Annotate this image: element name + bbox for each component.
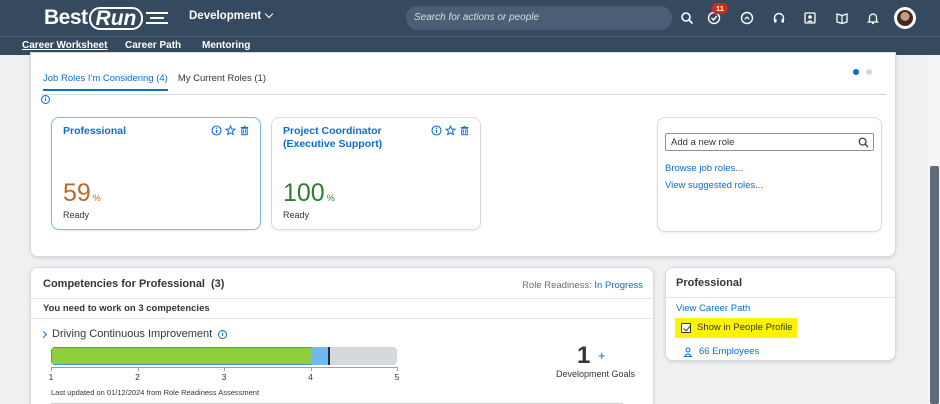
tile-actions [431, 123, 470, 136]
competency-name: Driving Continuous Improvement [52, 328, 213, 340]
view-career-path-link[interactable]: View Career Path [676, 303, 750, 314]
axis-tick-label: 3 [221, 372, 227, 382]
employees-link[interactable]: 66 Employees [683, 346, 759, 357]
scrollbar-thumb[interactable] [930, 166, 939, 404]
star-icon[interactable] [444, 123, 457, 136]
logo-text-run: Run [88, 6, 144, 30]
competencies-card: Competencies for Professional (3) Role Re… [30, 267, 654, 404]
role-title[interactable]: Project Coordinator (Executive Support) [283, 125, 433, 151]
chevron-right-icon[interactable] [39, 330, 48, 338]
view-suggested-roles-link[interactable]: View suggested roles... [665, 180, 763, 191]
last-updated-text: Last updated on 01/12/2024 from Role Rea… [51, 388, 260, 397]
divider [31, 298, 653, 299]
axis-tick-label: 2 [135, 372, 140, 382]
tab-divider [41, 94, 886, 95]
search-placeholder: Search for actions or people [414, 12, 540, 23]
proficiency-bar [51, 347, 397, 365]
add-goal-button[interactable]: + [598, 348, 606, 363]
current-level-bar [51, 347, 311, 365]
nav-career-path[interactable]: Career Path [125, 40, 181, 51]
info-icon[interactable] [431, 123, 442, 136]
learning-book-icon[interactable] [835, 11, 849, 25]
competencies-count: (3) [211, 278, 225, 290]
role-tabs: Job Roles I'm Considering (4) My Current… [43, 73, 266, 91]
development-goals-count: 1 [577, 342, 591, 369]
axis-tick [310, 367, 312, 371]
readiness-value: 100 [283, 179, 325, 207]
role-detail-card: Professional View Career Path Show in Pe… [665, 267, 896, 361]
readiness-percent: 100% [283, 180, 335, 211]
competencies-title: Competencies for Professional (3) [43, 278, 224, 290]
star-icon[interactable] [224, 123, 237, 136]
show-in-profile-checkbox[interactable] [681, 323, 691, 333]
role-readiness-status-link[interactable]: In Progress [594, 280, 643, 291]
browse-job-roles-link[interactable]: Browse job roles... [665, 163, 743, 174]
role-readiness-label: Role Readiness: [522, 280, 592, 291]
competency-summary: You need to work on 3 competencies [43, 303, 210, 314]
competency-row-header[interactable]: Driving Continuous Improvement i [39, 328, 228, 340]
logo-text-best: Best [44, 6, 88, 29]
development-goals-label: Development Goals [556, 369, 636, 379]
role-tile-project-coordinator[interactable]: Project Coordinator (Executive Support) … [271, 117, 481, 230]
competencies-title-text: Competencies for Professional [43, 278, 205, 290]
readiness-value: 59 [63, 179, 91, 207]
shell-bar: Best Run Development Search for actions … [0, 0, 940, 36]
delete-icon[interactable] [459, 123, 470, 136]
percent-unit: % [326, 193, 335, 203]
role-detail-title: Professional [676, 277, 743, 289]
percent-unit: % [92, 193, 101, 203]
axis-tick [397, 367, 398, 371]
user-avatar[interactable] [894, 7, 916, 29]
carousel-dot-2[interactable] [866, 69, 872, 75]
info-icon[interactable] [211, 123, 222, 136]
axis-tick-label: 4 [308, 372, 313, 382]
readiness-percent: 59% [63, 180, 101, 211]
divider [31, 318, 653, 319]
job-roles-card: Job Roles I'm Considering (4) My Current… [30, 52, 896, 257]
person-icon [683, 347, 693, 357]
role-readiness: Role Readiness: In Progress [522, 280, 643, 291]
role-title[interactable]: Professional [63, 125, 213, 138]
product-title: Development [189, 10, 262, 22]
role-tile-professional[interactable]: Professional 59% Ready [51, 117, 261, 230]
axis-tick [224, 367, 225, 371]
search-input[interactable]: Search for actions or people [406, 6, 672, 30]
carousel-dots [853, 69, 872, 75]
assistant-icon[interactable] [740, 11, 754, 25]
nav-career-worksheet[interactable]: Career Worksheet [22, 40, 107, 51]
nav-mentoring[interactable]: Mentoring [202, 40, 250, 51]
delete-icon[interactable] [239, 123, 250, 136]
tab-current-roles[interactable]: My Current Roles (1) [178, 73, 266, 91]
add-role-panel: Add a new role Browse job roles... View … [657, 117, 882, 232]
axis-tick [137, 367, 139, 371]
bell-icon[interactable] [866, 11, 880, 25]
search-icon[interactable] [680, 11, 694, 25]
divider [666, 297, 895, 298]
tab-roles-considering[interactable]: Job Roles I'm Considering (4) [43, 73, 168, 91]
logo-lines-icon [146, 12, 169, 24]
add-role-placeholder: Add a new role [671, 137, 735, 148]
headset-icon[interactable] [772, 11, 786, 25]
carousel-dot-1[interactable] [853, 69, 859, 75]
bestrun-logo[interactable]: Best Run [44, 5, 169, 31]
people-directory-icon[interactable] [803, 11, 817, 25]
target-level-marker [327, 347, 330, 365]
employees-count: 66 Employees [699, 346, 760, 357]
search-icon[interactable] [858, 137, 869, 148]
axis-tick-label: 1 [48, 372, 54, 382]
notification-badge: 11 [712, 3, 728, 14]
product-switcher[interactable]: Development [189, 9, 274, 22]
show-in-profile-label[interactable]: Show in People Profile [697, 322, 793, 333]
target-gap-bar [310, 347, 328, 365]
readiness-status: Ready [63, 210, 90, 220]
add-role-input[interactable]: Add a new role [665, 133, 874, 151]
info-icon[interactable]: i [41, 95, 50, 104]
tile-actions [211, 123, 250, 136]
readiness-status: Ready [283, 210, 310, 220]
axis-tick-label: 5 [394, 372, 400, 382]
axis-tick [51, 367, 52, 371]
chevron-down-icon [264, 9, 274, 19]
info-icon[interactable]: i [218, 329, 228, 339]
